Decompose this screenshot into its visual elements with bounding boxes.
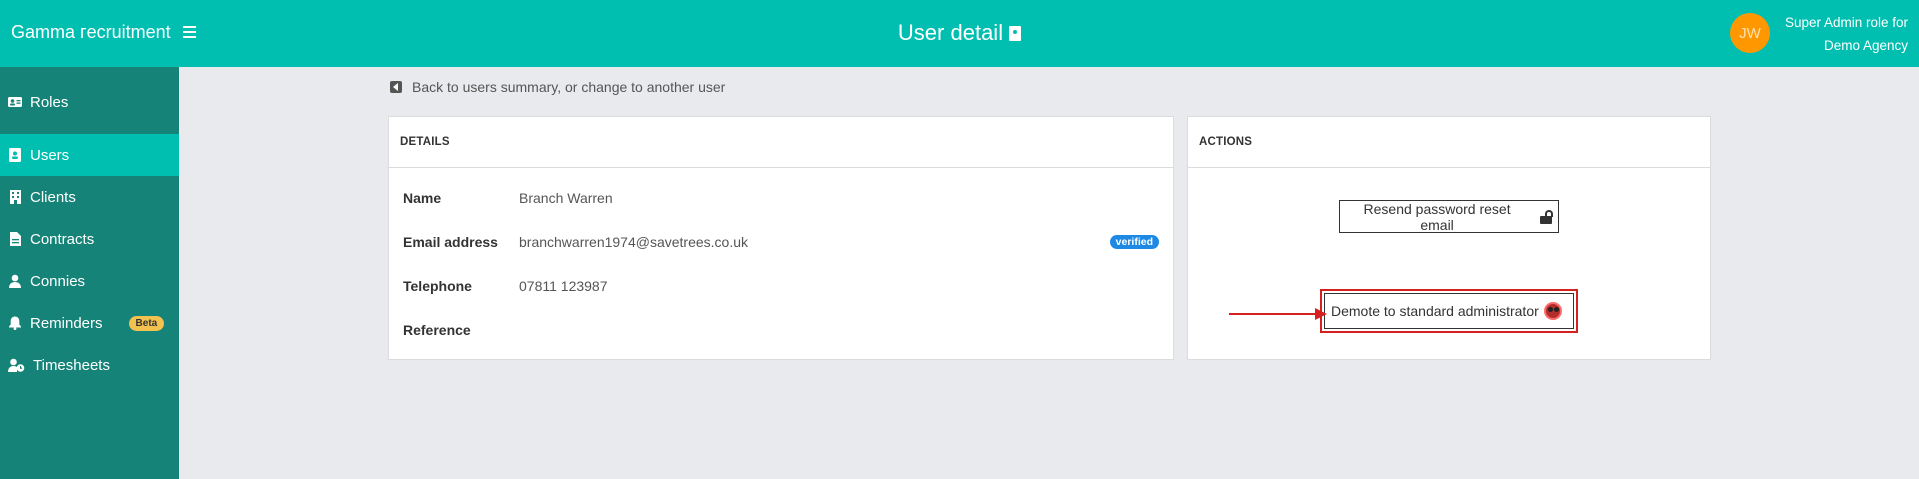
app-brand[interactable]: Gamma гecruitment (11, 22, 171, 43)
sidebar-item-connies[interactable]: Connies (0, 260, 179, 302)
details-card: DETAILS Name Branch Warren Email address… (388, 116, 1174, 360)
details-heading: DETAILS (389, 117, 1173, 168)
user-badge-icon (8, 148, 22, 162)
sidebar-item-label: Roles (30, 93, 69, 111)
back-link-text: Back to users summary, or change to anot… (412, 79, 726, 95)
detail-value: 07811 123987 (519, 278, 608, 294)
beta-badge: Beta (128, 315, 165, 331)
building-icon (8, 190, 22, 204)
detail-row-reference: Reference (403, 320, 1159, 340)
back-to-users-link[interactable]: Back to users summary, or change to anot… (390, 79, 725, 95)
sidebar: Roles Users Clients Contracts Connies Re… (0, 67, 179, 479)
detail-label: Telephone (403, 278, 472, 294)
sidebar-item-clients[interactable]: Clients (0, 176, 179, 218)
detail-label: Name (403, 190, 442, 206)
demote-button-label: Demote to standard administrator (1331, 303, 1539, 319)
resend-password-reset-button[interactable]: Resend password reset email (1339, 200, 1559, 233)
detail-label: Reference (403, 322, 471, 338)
bell-icon (8, 316, 22, 330)
actions-heading: ACTIONS (1188, 117, 1710, 168)
sidebar-item-users[interactable]: Users (0, 134, 179, 176)
person-icon (8, 274, 22, 288)
actions-card: ACTIONS Resend password reset email Demo… (1187, 116, 1711, 360)
top-bar: Gamma гecruitment User detail JW Super A… (0, 0, 1919, 67)
sidebar-item-label: Reminders (30, 314, 103, 332)
demote-administrator-button[interactable]: Demote to standard administrator (1324, 293, 1574, 329)
menu-toggle-icon[interactable] (183, 22, 200, 42)
verified-badge: verified (1109, 235, 1159, 249)
document-icon (8, 232, 22, 246)
page-title: User detail (0, 20, 1919, 46)
back-arrow-icon (390, 81, 402, 93)
sidebar-item-roles[interactable]: Roles (0, 81, 179, 123)
detail-value: Branch Warren (519, 190, 613, 206)
sidebar-item-label: Connies (30, 272, 86, 290)
role-line-2: Demo Agency (1823, 38, 1908, 53)
sidebar-item-label: Users (30, 146, 70, 164)
sidebar-item-label: Contracts (30, 230, 95, 248)
detail-row-name: Name Branch Warren (403, 188, 1159, 208)
sidebar-item-label: Clients (30, 188, 76, 206)
detail-value: branchwarren1974@savetrees.co.uk (519, 234, 749, 250)
id-card-icon (8, 95, 22, 109)
user-role[interactable]: Super Admin role for Demo Agency (1785, 11, 1908, 57)
user-clock-icon (8, 358, 25, 372)
sidebar-item-label: Timesheets (33, 356, 110, 374)
page-title-text: User detail (897, 20, 1004, 45)
avatar[interactable]: JW (1730, 13, 1770, 53)
user-badge-icon (1009, 26, 1022, 41)
unlock-icon (1540, 209, 1554, 224)
role-line-1: Super Admin role for (1784, 15, 1908, 30)
sidebar-item-reminders[interactable]: Reminders Beta (0, 302, 179, 344)
detail-row-telephone: Telephone 07811 123987 (403, 276, 1159, 296)
users-minus-icon (1543, 302, 1562, 320)
sidebar-item-timesheets[interactable]: Timesheets (0, 344, 179, 386)
detail-label: Email address (403, 234, 498, 250)
annotation-arrow-head (1315, 308, 1327, 320)
detail-row-email: Email address branchwarren1974@savetrees… (403, 232, 1159, 252)
resend-button-label: Resend password reset email (1363, 200, 1511, 233)
sidebar-item-contracts[interactable]: Contracts (0, 218, 179, 260)
annotation-arrow (1229, 313, 1317, 315)
